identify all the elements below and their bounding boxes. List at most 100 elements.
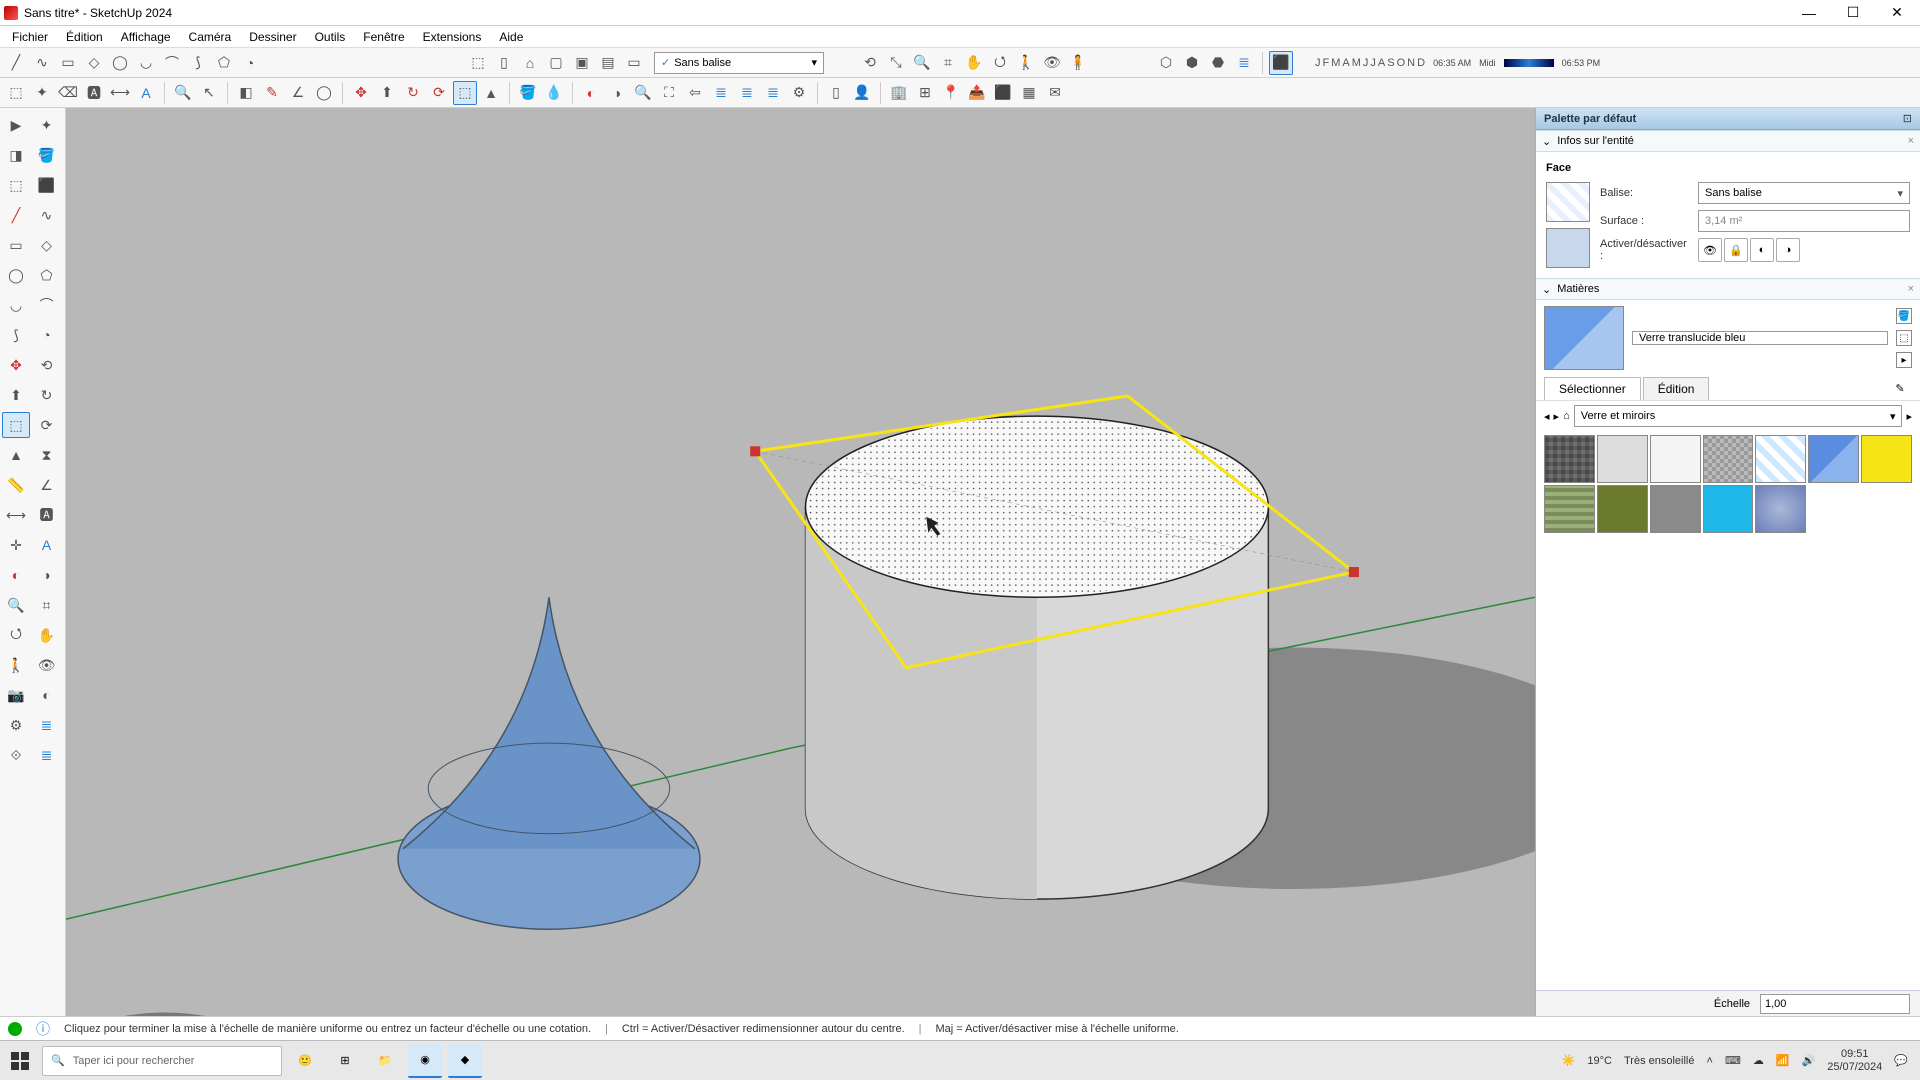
layers6-icon[interactable]: ≣ <box>33 742 61 768</box>
tray-wifi-icon[interactable]: 📶 <box>1776 1054 1790 1067</box>
grid-icon[interactable]: ⊞ <box>913 81 937 105</box>
sandbox-icon[interactable]: ⟐ <box>2 742 30 768</box>
entity-close-icon[interactable]: × <box>1908 135 1914 147</box>
look-tool-icon[interactable]: 👁 <box>1040 51 1064 75</box>
material-name-field[interactable]: Verre translucide bleu <box>1632 331 1888 345</box>
nav-back-icon[interactable]: ◂ <box>1544 410 1550 423</box>
swatch-item[interactable] <box>1755 435 1806 483</box>
eraser3-icon[interactable]: ◨ <box>2 142 30 168</box>
polygon2-icon[interactable]: ⬠ <box>33 262 61 288</box>
freehand2-icon[interactable]: ∿ <box>33 202 61 228</box>
rect2-icon[interactable]: ▭ <box>2 232 30 258</box>
menu-tools[interactable]: Outils <box>307 28 354 46</box>
dim2-icon[interactable]: ⟷ <box>2 502 30 528</box>
prev-view-icon[interactable]: ⇦ <box>683 81 707 105</box>
pie-tool-icon[interactable]: ◔ <box>238 51 262 75</box>
section3-icon[interactable]: ◑ <box>33 562 61 588</box>
envelope-icon[interactable]: ✉ <box>1043 81 1067 105</box>
materials-header[interactable]: ⌄Matières × <box>1536 278 1920 300</box>
arc5-icon[interactable]: ⌒ <box>33 292 61 318</box>
sketchup-taskbar-icon[interactable]: ◆ <box>448 1044 482 1078</box>
solid-door-icon[interactable]: ▢ <box>544 51 568 75</box>
solid-house-icon[interactable]: ⌂ <box>518 51 542 75</box>
look2-icon[interactable]: 👁 <box>33 652 61 678</box>
solid-wall-icon[interactable]: ▯ <box>492 51 516 75</box>
rotate-tool-icon[interactable]: ⟲ <box>858 51 882 75</box>
pan-tool-icon[interactable]: ✋ <box>962 51 986 75</box>
orbit-tool-icon[interactable]: ⭯ <box>988 51 1012 75</box>
panel-pin-icon[interactable]: ⊡ <box>1903 112 1912 125</box>
start-button[interactable] <box>4 1045 36 1077</box>
weather-temp[interactable]: 19°C <box>1587 1055 1612 1067</box>
explorer-icon[interactable]: 📁 <box>368 1044 402 1078</box>
walk-tool-icon[interactable]: 🚶 <box>1014 51 1038 75</box>
expand-material-icon[interactable]: ▸ <box>1896 352 1912 368</box>
component-icon[interactable]: ⬛ <box>33 172 61 198</box>
menu-edit[interactable]: Édition <box>58 28 111 46</box>
create-material-icon[interactable]: 🪣 <box>1896 308 1912 324</box>
warehouse-icon[interactable]: 🏢 <box>887 81 911 105</box>
eyedropper-icon[interactable]: ✎ <box>1888 376 1912 400</box>
followme2-icon[interactable]: ↻ <box>33 382 61 408</box>
menu-camera[interactable]: Caméra <box>181 28 240 46</box>
minimize-button[interactable]: — <box>1794 3 1824 23</box>
pushpull-tool-icon[interactable]: ⬆ <box>375 81 399 105</box>
extents-icon[interactable]: ⛶ <box>657 81 681 105</box>
style-icon[interactable]: ◐ <box>33 682 61 708</box>
dim-tool-icon[interactable]: ⟷ <box>108 81 132 105</box>
menu-file[interactable]: Fichier <box>4 28 56 46</box>
rotrect2-icon[interactable]: ◇ <box>33 232 61 258</box>
geo-icon[interactable]: 📍 <box>939 81 963 105</box>
layers4-icon[interactable]: ≣ <box>761 81 785 105</box>
group-icon[interactable]: ⬚ <box>2 172 30 198</box>
arc6-icon[interactable]: ⟆ <box>2 322 30 348</box>
back-face-swatch[interactable] <box>1546 228 1590 268</box>
cursor-icon[interactable]: ↖ <box>197 81 221 105</box>
swatch-item[interactable] <box>1755 485 1806 533</box>
select-tool-icon[interactable]: ⬚ <box>4 81 28 105</box>
menu-view[interactable]: Affichage <box>113 28 179 46</box>
user-icon[interactable]: 👤 <box>850 81 874 105</box>
tray-cloud-icon[interactable]: ☁ <box>1753 1054 1764 1067</box>
line-tool-icon[interactable]: ╱ <box>4 51 28 75</box>
zoom-window-icon[interactable]: ⌗ <box>936 51 960 75</box>
page-icon[interactable]: ▯ <box>824 81 848 105</box>
entity-tag-dropdown[interactable]: Sans balise▾ <box>1698 182 1910 204</box>
materials-close-icon[interactable]: × <box>1908 283 1914 295</box>
position-camera-icon[interactable]: 🧍 <box>1066 51 1090 75</box>
toggle-lock-icon[interactable]: 🔒 <box>1724 238 1748 262</box>
taskbar-clock[interactable]: 09:51 25/07/2024 <box>1827 1048 1882 1072</box>
offset2-icon[interactable]: ⟳ <box>33 412 61 438</box>
layers-icon[interactable]: ≣ <box>1232 51 1256 75</box>
sample-tool-icon[interactable]: 💧 <box>542 81 566 105</box>
taskbar-search[interactable]: 🔍 Taper ici pour rechercher <box>42 1046 282 1076</box>
maximize-button[interactable]: ☐ <box>1838 3 1868 23</box>
position2-icon[interactable]: 📷 <box>2 682 30 708</box>
scale2-icon[interactable]: ⬚ <box>2 412 30 438</box>
export-icon[interactable]: 📤 <box>965 81 989 105</box>
text-tool-icon[interactable]: A <box>134 81 158 105</box>
eraser2-icon[interactable]: ◧ <box>234 81 258 105</box>
nav-home-icon[interactable]: ⌂ <box>1563 410 1570 422</box>
mirror-icon[interactable]: ⧗ <box>33 442 61 468</box>
lasso-tool-icon[interactable]: ✦ <box>30 81 54 105</box>
pie2-icon[interactable]: ◔ <box>33 322 61 348</box>
arc4-icon[interactable]: ◡ <box>2 292 30 318</box>
paint2-icon[interactable]: 🪣 <box>33 142 61 168</box>
swatch-item[interactable] <box>1703 435 1754 483</box>
task-view-icon[interactable]: ⊞ <box>328 1044 362 1078</box>
entity-info-header[interactable]: ⌄Infos sur l'entité × <box>1536 130 1920 152</box>
viewport-3d[interactable] <box>66 108 1535 1016</box>
move-tool-icon[interactable]: ✥ <box>349 81 373 105</box>
rotate2-icon[interactable]: ⟲ <box>33 352 61 378</box>
followme-tool-icon[interactable]: ↻ <box>401 81 425 105</box>
arc2-tool-icon[interactable]: ⌒ <box>160 51 184 75</box>
tray-input-icon[interactable]: ⌨ <box>1725 1054 1741 1067</box>
menu-window[interactable]: Fenêtre <box>355 28 412 46</box>
menu-extensions[interactable]: Extensions <box>415 28 490 46</box>
rotated-rect-tool-icon[interactable]: ◇ <box>82 51 106 75</box>
3dtext-icon[interactable]: A <box>33 532 61 558</box>
arc-tool-icon[interactable]: ◡ <box>134 51 158 75</box>
polygon-tool-icon[interactable]: ⬠ <box>212 51 236 75</box>
gear2-icon[interactable]: ⚙ <box>2 712 30 738</box>
